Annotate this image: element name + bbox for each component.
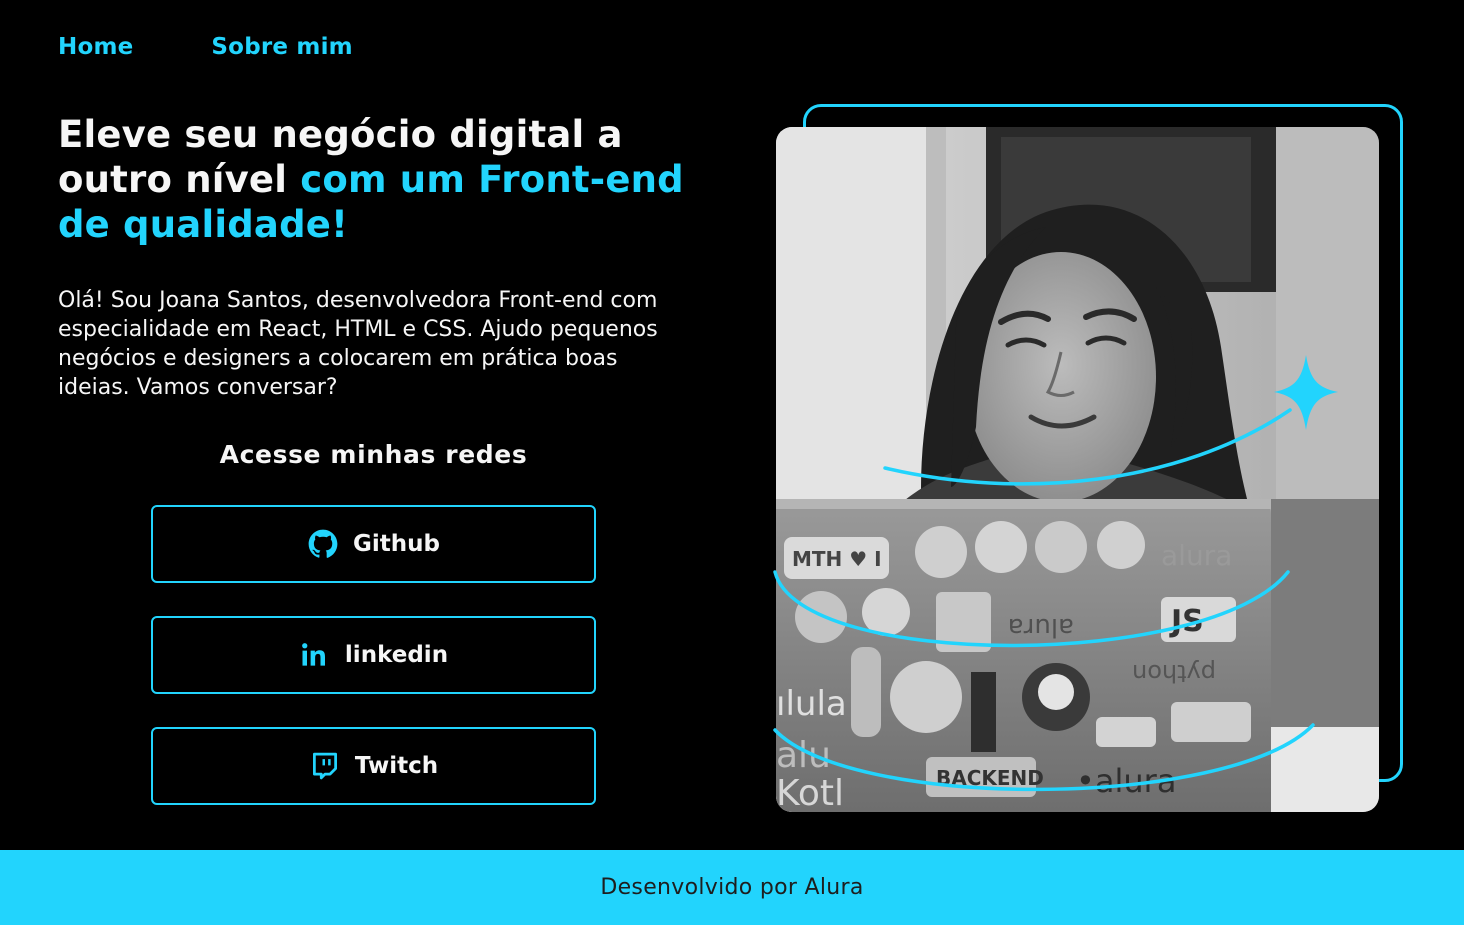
github-icon [307, 528, 339, 560]
svg-text:Kotl: Kotl [776, 773, 844, 812]
profile-photo: MTH ♥ I alura alura JS python ılula alu … [776, 127, 1379, 812]
svg-text:alura: alura [1161, 539, 1232, 572]
page: Home Sobre mim Eleve seu negócio digital… [0, 0, 1464, 925]
linkedin-button[interactable]: linkedin [151, 616, 596, 694]
github-button-label: Github [353, 531, 440, 557]
svg-text:ılula: ılula [776, 684, 847, 724]
nav-link-about[interactable]: Sobre mim [211, 34, 352, 60]
twitch-button-label: Twitch [354, 753, 439, 779]
footer-text: Desenvolvido por Alura [600, 875, 864, 900]
linkedin-button-label: linkedin [344, 642, 449, 668]
top-nav: Home Sobre mim [58, 34, 353, 60]
hero-headline: Eleve seu negócio digital a outro nível … [58, 112, 718, 247]
social-title: Acesse minhas redes [219, 440, 528, 469]
nav-link-home[interactable]: Home [58, 34, 133, 60]
twitch-icon [309, 750, 341, 782]
svg-text:BACKEND: BACKEND [936, 766, 1044, 790]
github-button[interactable]: Github [151, 505, 596, 583]
svg-text:alu: alu [776, 735, 831, 776]
svg-text:JS: JS [1169, 604, 1204, 639]
footer: Desenvolvido por Alura [0, 850, 1464, 925]
svg-text:MTH ♥ I: MTH ♥ I [792, 547, 882, 571]
linkedin-icon [299, 639, 331, 671]
twitch-button[interactable]: Twitch [151, 727, 596, 805]
svg-text:python: python [1132, 659, 1216, 687]
hero-bio: Olá! Sou Joana Santos, desenvolvedora Fr… [58, 288, 658, 400]
svg-text:alura: alura [1008, 612, 1074, 642]
svg-text:•alura: •alura [1076, 762, 1176, 800]
